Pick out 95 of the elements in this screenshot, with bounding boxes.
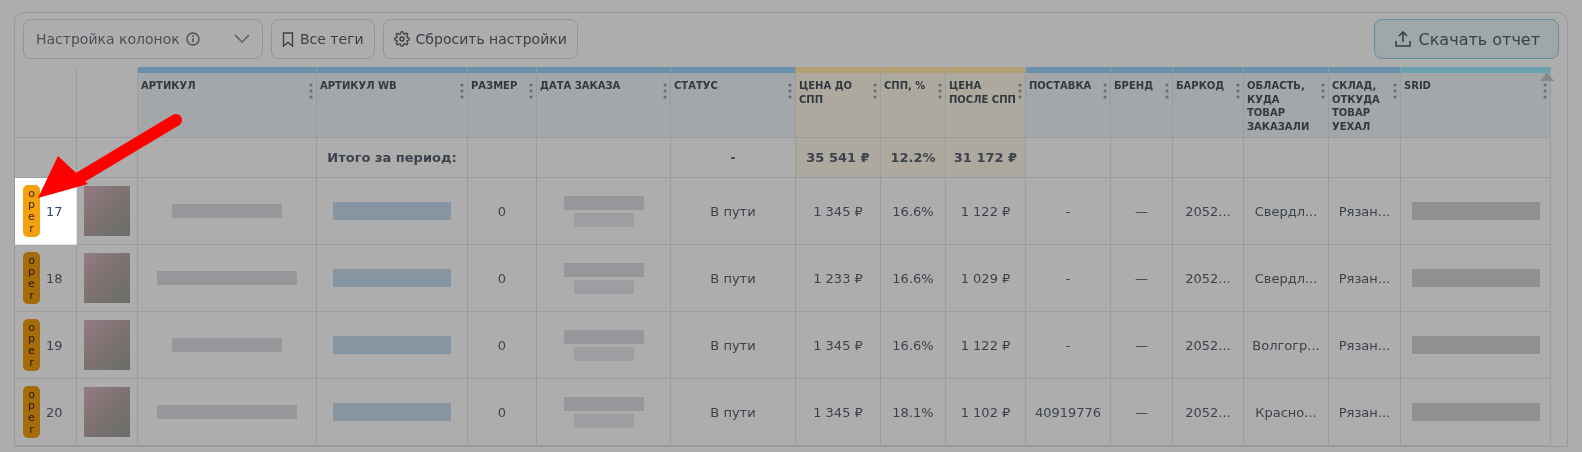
price-cell: 1 029 ₽ bbox=[946, 245, 1026, 312]
column-menu-icon[interactable] bbox=[873, 83, 877, 99]
spp-cell: 16.6% bbox=[881, 245, 946, 312]
status-cell: В пути bbox=[671, 178, 796, 245]
column-title: ЦЕНА ПОСЛЕ СПП bbox=[949, 79, 1017, 106]
tag-badge: oper bbox=[23, 184, 40, 238]
supply-cell: - bbox=[1026, 178, 1111, 245]
column-menu-icon[interactable] bbox=[529, 83, 533, 99]
brand-cell: — bbox=[1111, 312, 1173, 379]
region-cell: Свердл... bbox=[1244, 178, 1329, 245]
row-number: 18 bbox=[46, 270, 63, 286]
size-cell: 0 bbox=[468, 245, 537, 312]
column-title: СПП, % bbox=[884, 79, 926, 93]
region-cell: Волгогр... bbox=[1244, 312, 1329, 379]
supply-cell: 40919776 bbox=[1026, 379, 1111, 446]
price-cell: 1 345 ₽ bbox=[796, 312, 881, 379]
region-cell: Свердл... bbox=[1244, 245, 1329, 312]
column-settings-dropdown[interactable]: Настройка колонок bbox=[23, 19, 263, 59]
status-cell: В пути bbox=[671, 379, 796, 446]
spp-cell: 18.1% bbox=[881, 379, 946, 446]
supply-cell: - bbox=[1026, 245, 1111, 312]
column-menu-icon[interactable] bbox=[663, 83, 667, 99]
price-cell: 1 122 ₽ bbox=[946, 312, 1026, 379]
brand-cell: — bbox=[1111, 178, 1173, 245]
totals-label: Итого за период: bbox=[317, 138, 468, 178]
totals-cell: 35 541 ₽ bbox=[796, 138, 881, 178]
tag-badge: oper bbox=[23, 251, 40, 305]
column-menu-icon[interactable] bbox=[1321, 83, 1325, 99]
column-title: БРЕНД bbox=[1114, 79, 1154, 93]
warehouse-cell: Рязан... bbox=[1329, 379, 1401, 446]
photo-placeholder bbox=[84, 320, 130, 370]
barcode-cell: 2052... bbox=[1173, 379, 1244, 446]
supply-cell: - bbox=[1026, 312, 1111, 379]
column-title: СТАТУС bbox=[674, 79, 718, 93]
totals-cell: 31 172 ₽ bbox=[946, 138, 1026, 178]
column-menu-icon[interactable] bbox=[1103, 83, 1107, 99]
tag-badge: oper bbox=[23, 318, 40, 372]
info-icon bbox=[185, 32, 200, 46]
photo-placeholder bbox=[84, 387, 130, 437]
upload-icon bbox=[1392, 29, 1413, 49]
all-tags-button[interactable]: Все теги bbox=[271, 19, 375, 59]
column-menu-icon[interactable] bbox=[309, 83, 313, 99]
price-cell: 1 122 ₽ bbox=[946, 178, 1026, 245]
column-menu-icon[interactable] bbox=[1018, 83, 1022, 99]
photo-placeholder bbox=[84, 253, 130, 303]
warehouse-cell: Рязан... bbox=[1329, 178, 1401, 245]
price-cell: 1 345 ₽ bbox=[796, 178, 881, 245]
column-menu-icon[interactable] bbox=[938, 83, 942, 99]
column-menu-icon[interactable] bbox=[788, 83, 792, 99]
size-cell: 0 bbox=[468, 312, 537, 379]
tag-badge: oper bbox=[23, 385, 40, 439]
column-title: SRID bbox=[1404, 79, 1431, 93]
column-title: АРТИКУЛ WB bbox=[320, 79, 397, 93]
column-title: БАРКОД bbox=[1176, 79, 1225, 93]
row-number: 17 bbox=[46, 203, 63, 219]
size-cell: 0 bbox=[468, 178, 537, 245]
column-title: ОБЛАСТЬ, КУДА ТОВАР ЗАКАЗАЛИ bbox=[1247, 79, 1311, 133]
row-number: 20 bbox=[46, 404, 63, 420]
size-cell: 0 bbox=[468, 379, 537, 446]
settings-icon bbox=[393, 31, 410, 47]
column-title: ДАТА ЗАКАЗА bbox=[540, 79, 621, 93]
price-cell: 1 102 ₽ bbox=[946, 379, 1026, 446]
column-title: АРТИКУЛ bbox=[141, 79, 196, 93]
totals-cell: - bbox=[671, 138, 796, 178]
status-cell: В пути bbox=[671, 245, 796, 312]
status-cell: В пути bbox=[671, 312, 796, 379]
warehouse-cell: Рязан... bbox=[1329, 312, 1401, 379]
reset-settings-button[interactable]: Сбросить настройки bbox=[382, 19, 578, 59]
column-menu-icon[interactable] bbox=[1165, 83, 1169, 99]
chevron-down-icon bbox=[234, 34, 250, 44]
spp-cell: 16.6% bbox=[881, 312, 946, 379]
brand-cell: — bbox=[1111, 379, 1173, 446]
price-cell: 1 233 ₽ bbox=[796, 245, 881, 312]
column-title: ЦЕНА ДО СПП bbox=[799, 79, 854, 106]
barcode-cell: 2052... bbox=[1173, 178, 1244, 245]
column-title: ПОСТАВКА bbox=[1029, 79, 1092, 93]
download-report-button[interactable]: Скачать отчет bbox=[1373, 19, 1559, 59]
totals-cell: 12.2% bbox=[881, 138, 946, 178]
barcode-cell: 2052... bbox=[1173, 245, 1244, 312]
photo-placeholder bbox=[84, 186, 130, 236]
bookmark-icon bbox=[282, 31, 294, 47]
region-cell: Красно... bbox=[1244, 379, 1329, 446]
column-title: СКЛАД, ОТКУДА ТОВАР УЕХАЛ bbox=[1332, 79, 1381, 133]
warehouse-cell: Рязан... bbox=[1329, 245, 1401, 312]
scroll-up-icon[interactable] bbox=[1540, 72, 1554, 81]
barcode-cell: 2052... bbox=[1173, 312, 1244, 379]
column-menu-icon[interactable] bbox=[1236, 83, 1240, 99]
brand-cell: — bbox=[1111, 245, 1173, 312]
spp-cell: 16.6% bbox=[881, 178, 946, 245]
column-menu-icon[interactable] bbox=[1543, 83, 1547, 99]
column-menu-icon[interactable] bbox=[460, 83, 464, 99]
row-number: 19 bbox=[46, 337, 63, 353]
price-cell: 1 345 ₽ bbox=[796, 379, 881, 446]
column-menu-icon[interactable] bbox=[1393, 83, 1397, 99]
column-title: РАЗМЕР bbox=[471, 79, 518, 93]
